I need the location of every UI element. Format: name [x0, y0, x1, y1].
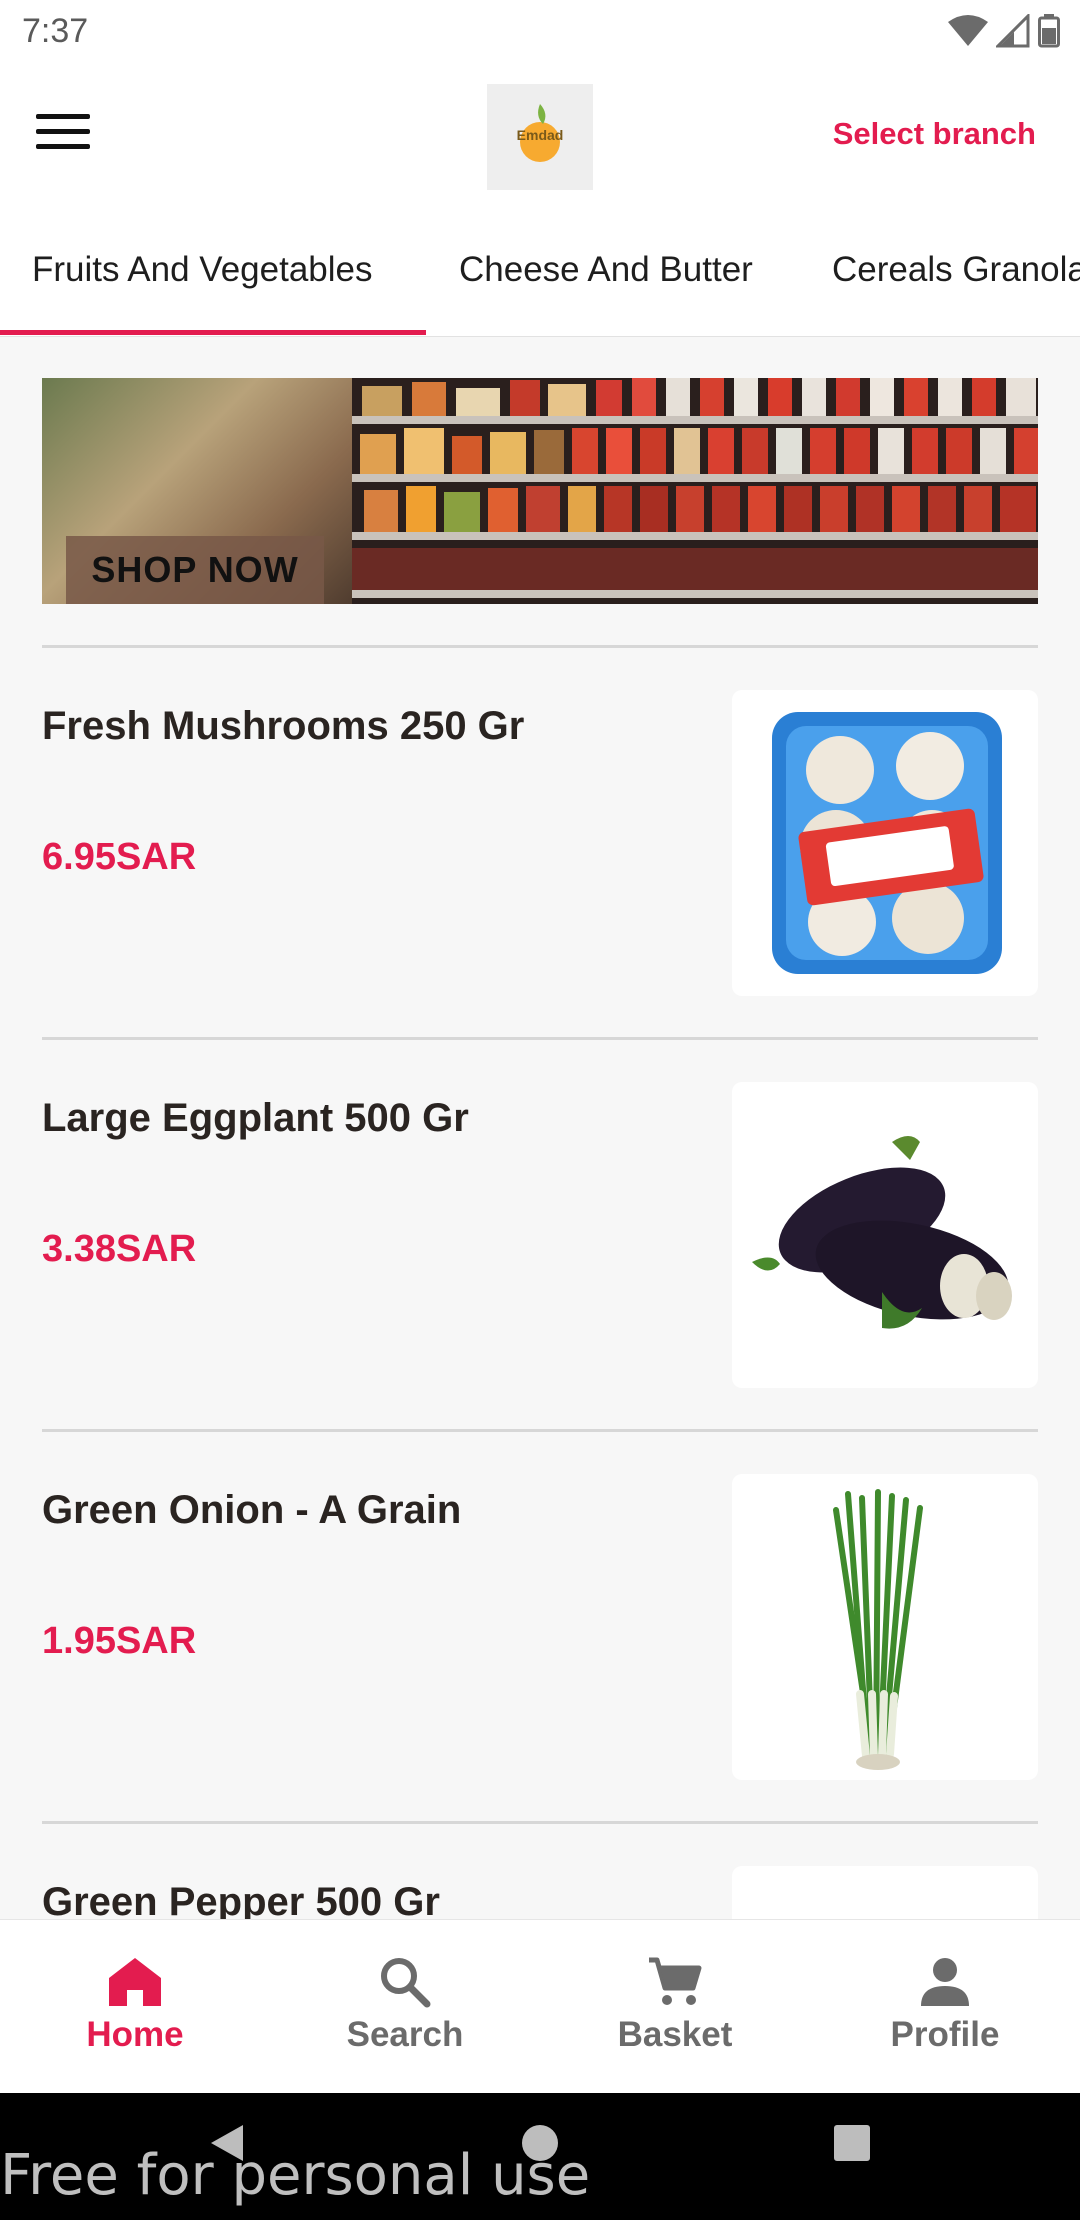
status-icons: [948, 14, 1060, 48]
nav-search[interactable]: Search: [270, 1956, 540, 2055]
bottom-navigation: Home Search Basket Profile: [0, 1919, 1080, 2094]
product-item[interactable]: Fresh Mushrooms 250 Gr 6.95SAR: [42, 690, 1038, 996]
green-onion-image: [833, 1489, 923, 1770]
product-name: Large Eggplant 500 Gr: [42, 1096, 469, 1140]
nav-label: Home: [86, 2015, 184, 2054]
watermark-text: Free for personal use: [0, 2143, 591, 2208]
tab-cereals-granola[interactable]: Cereals Granola: [832, 250, 1080, 290]
tab-cheese-and-butter[interactable]: Cheese And Butter: [459, 250, 753, 290]
eggplant-image: [752, 1136, 1012, 1329]
product-name: Fresh Mushrooms 250 Gr: [42, 704, 525, 748]
nav-basket[interactable]: Basket: [540, 1956, 810, 2055]
divider: [42, 1821, 1038, 1824]
shelf-illustration: [352, 378, 1038, 604]
mushrooms-image: [772, 712, 1002, 974]
product-item[interactable]: Green Onion - A Grain 1.95SAR: [42, 1474, 1038, 1780]
divider: [42, 1037, 1038, 1040]
product-image-eggplant[interactable]: [732, 1082, 1038, 1388]
status-bar: 7:37: [0, 0, 1080, 64]
nav-label: Profile: [890, 2015, 1000, 2054]
nav-label: Basket: [617, 2015, 733, 2054]
logo-graphic: Emdad: [517, 104, 564, 162]
category-tabs: Fruits And Vegetables Cheese And Butter …: [0, 210, 1080, 337]
product-image-green-onion[interactable]: [732, 1474, 1038, 1780]
status-time: 7:37: [22, 12, 89, 50]
wifi-icon: [948, 15, 988, 46]
home-icon: [109, 1958, 161, 2006]
app-bar: Emdad Select branch: [0, 64, 1080, 210]
active-tab-indicator: [0, 330, 426, 335]
shop-now-label: SHOP NOW: [66, 536, 324, 604]
tab-fruits-and-vegetables[interactable]: Fruits And Vegetables: [32, 250, 373, 290]
nav-home[interactable]: Home: [0, 1956, 270, 2055]
menu-icon[interactable]: [36, 114, 90, 160]
logo-text: Emdad: [517, 127, 564, 143]
nav-profile[interactable]: Profile: [810, 1956, 1080, 2055]
person-icon: [921, 1958, 969, 2006]
search-icon: [381, 1958, 431, 2008]
product-image-mushrooms[interactable]: [732, 690, 1038, 996]
emdad-logo: Emdad: [487, 84, 593, 190]
recents-icon[interactable]: [830, 2121, 874, 2165]
divider: [42, 645, 1038, 648]
divider: [42, 1429, 1038, 1432]
signal-icon: [996, 14, 1030, 48]
promo-banner[interactable]: SHOP NOW: [42, 378, 1038, 604]
product-item[interactable]: Large Eggplant 500 Gr 3.38SAR: [42, 1082, 1038, 1388]
product-name: Green Onion - A Grain: [42, 1488, 462, 1532]
battery-icon: [1038, 14, 1060, 48]
product-price: 1.95SAR: [42, 1620, 197, 1662]
cart-icon: [649, 1957, 702, 2005]
select-branch-button[interactable]: Select branch: [833, 116, 1036, 152]
product-price: 3.38SAR: [42, 1228, 197, 1270]
product-price: 6.95SAR: [42, 836, 197, 878]
nav-label: Search: [346, 2015, 464, 2054]
